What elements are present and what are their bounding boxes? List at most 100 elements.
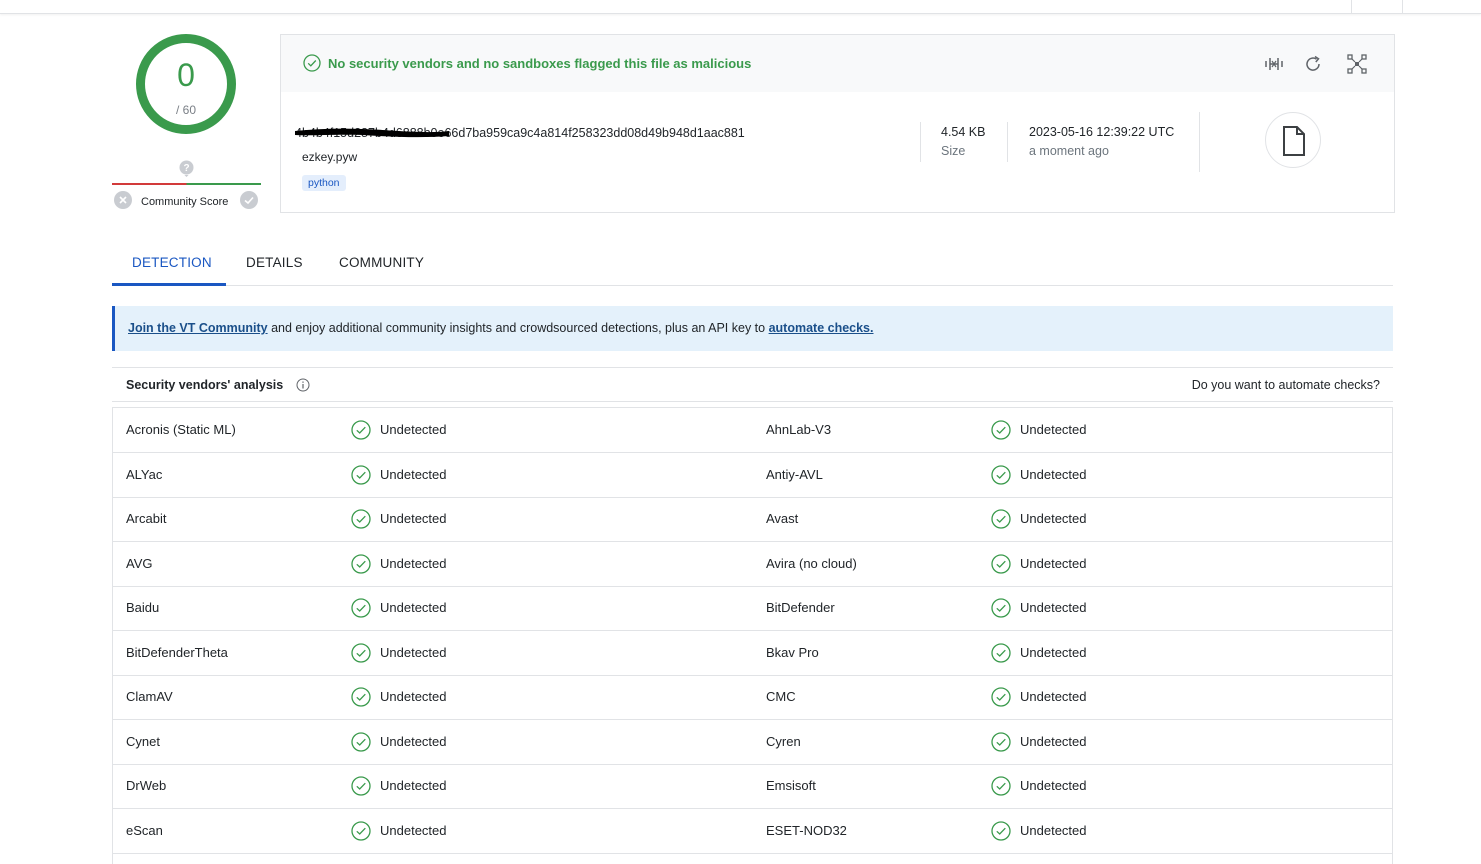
file-summary-card: No security vendors and no sandboxes fla… <box>280 34 1395 213</box>
vendor-result: Undetected <box>380 422 447 437</box>
vendor-result: Undetected <box>1020 555 1087 571</box>
vendor-name: Emsisoft <box>766 778 816 793</box>
vendor-name: BitDefenderTheta <box>126 644 228 660</box>
vendor-result: Undetected <box>380 555 447 571</box>
tab-bar: DETECTION DETAILS COMMUNITY <box>112 244 1393 286</box>
vendor-name: Baidu <box>126 600 160 615</box>
undetected-check-icon <box>351 776 371 796</box>
vendor-name: Avast <box>766 511 799 526</box>
vendor-result: Undetected <box>380 644 447 660</box>
undetected-check-icon <box>351 553 371 574</box>
tab-details[interactable]: DETAILS <box>246 255 303 270</box>
divider <box>1199 112 1200 172</box>
vendor-row: Cynet Undetected Cyren Undetected <box>113 720 1392 765</box>
vendor-result: Undetected <box>1020 778 1087 793</box>
vendor-result: Undetected <box>1020 511 1087 526</box>
vendor-name: DrWeb <box>126 778 167 793</box>
check-circle-icon <box>303 54 321 72</box>
vendor-name: ClamAV <box>126 689 173 704</box>
detection-total: / 60 <box>175 103 196 117</box>
vendor-row: Baidu Undetected BitDefender Undetected <box>113 586 1392 631</box>
vendor-name: eScan <box>126 822 163 838</box>
verdict-text: No security vendors and no sandboxes fla… <box>328 56 752 71</box>
vendor-name: Acronis (Static ML) <box>126 422 236 437</box>
vendor-name: ALYac <box>126 466 163 482</box>
compare-icon[interactable] <box>1263 53 1285 75</box>
undetected-check-icon <box>991 687 1011 707</box>
vendor-row: AVG Undetected Avira (no cloud) Undetected <box>113 542 1392 587</box>
banner-message: and enjoy additional community insights … <box>267 321 769 335</box>
analysis-relative-time: a moment ago <box>1029 144 1109 158</box>
file-type-tag[interactable]: python <box>302 175 346 191</box>
top-bar-segment[interactable] <box>1351 0 1403 13</box>
vendor-result: Undetected <box>380 511 447 526</box>
undetected-check-icon <box>991 598 1011 618</box>
undetected-check-icon <box>991 642 1011 663</box>
vendor-name: BitDefender <box>766 600 835 615</box>
analysis-title: Security vendors' analysis <box>126 378 284 392</box>
reanalyze-icon[interactable] <box>1302 53 1324 75</box>
vendor-row: ALYac Undetected Antiy-AVL Undetected <box>113 453 1392 498</box>
vendor-result: Undetected <box>1020 733 1087 749</box>
vendor-result: Undetected <box>380 689 447 704</box>
divider <box>920 122 921 162</box>
vendor-name: Arcabit <box>126 511 167 526</box>
detection-count: 0 <box>177 57 195 93</box>
analysis-date: 2023-05-16 12:39:22 UTC <box>1029 125 1175 139</box>
file-size-value: 4.54 KB <box>941 125 986 139</box>
vote-harmless-icon[interactable] <box>240 191 258 209</box>
top-bar <box>0 0 1481 14</box>
graph-icon[interactable] <box>1346 53 1368 75</box>
vendor-table: Acronis (Static ML) Undetected AhnLab-V3 Un… <box>112 407 1393 864</box>
vendor-result: Undetected <box>1020 644 1087 660</box>
active-tab-indicator <box>112 283 226 286</box>
undetected-check-icon <box>351 509 371 529</box>
vendor-result: Undetected <box>380 600 447 615</box>
file-type-badge <box>1265 112 1321 168</box>
vendor-result: Undetected <box>380 733 447 749</box>
tab-detection[interactable]: DETECTION <box>132 255 212 270</box>
analysis-header: Security vendors' analysis Do you want t… <box>112 367 1393 402</box>
undetected-check-icon <box>351 598 371 618</box>
verdict-header: No security vendors and no sandboxes fla… <box>281 35 1394 92</box>
undetected-check-icon <box>351 464 371 485</box>
file-name: ezkey.pyw <box>302 150 358 164</box>
vendor-name: Bkav Pro <box>766 644 819 660</box>
vendor-name: Cynet <box>126 733 160 749</box>
community-score-icon: ? <box>179 160 194 177</box>
vendor-name: CMC <box>766 689 796 704</box>
undetected-check-icon <box>351 820 371 841</box>
vendor-result: Undetected <box>1020 689 1087 704</box>
automate-checks-link[interactable]: automate checks. <box>769 321 874 335</box>
vendor-row: eScan Undetected ESET-NOD32 Undetected <box>113 809 1392 854</box>
undetected-check-icon <box>991 820 1011 841</box>
vendor-result: Undetected <box>1020 600 1087 615</box>
vendor-result: Undetected <box>1020 466 1087 482</box>
vendor-row: Arcabit Undetected Avast Undetected <box>113 497 1392 542</box>
join-community-link[interactable]: Join the VT Community <box>128 321 268 335</box>
vendor-name: Antiy-AVL <box>766 466 823 482</box>
undetected-check-icon <box>991 420 1011 440</box>
vendor-name: ESET-NOD32 <box>766 822 847 838</box>
community-score-label: Community Score <box>141 196 229 208</box>
undetected-check-icon <box>991 731 1011 752</box>
divider <box>1007 122 1008 162</box>
file-size-label: Size <box>941 144 966 158</box>
automate-checks-prompt[interactable]: Do you want to automate checks? <box>1192 378 1380 392</box>
vendor-name: Cyren <box>766 733 801 749</box>
info-icon[interactable] <box>296 378 310 392</box>
vendor-result: Undetected <box>1020 822 1087 838</box>
vendor-name: AVG <box>126 555 153 571</box>
undetected-check-icon <box>991 464 1011 485</box>
vendor-row: ClamAV Undetected CMC Undetected <box>113 675 1392 720</box>
vendor-result: Undetected <box>1020 422 1087 437</box>
vote-harmful-icon[interactable] <box>114 191 132 209</box>
community-score-bar <box>112 183 261 185</box>
community-banner: Join the VT Community and enjoy addition… <box>112 306 1393 351</box>
vendor-result: Undetected <box>380 778 447 793</box>
undetected-check-icon <box>351 687 371 707</box>
undetected-check-icon <box>351 642 371 663</box>
tab-community[interactable]: COMMUNITY <box>339 255 424 270</box>
file-icon <box>1283 126 1305 156</box>
vendor-row: BitDefenderTheta Undetected Bkav Pro Undete… <box>113 631 1392 676</box>
